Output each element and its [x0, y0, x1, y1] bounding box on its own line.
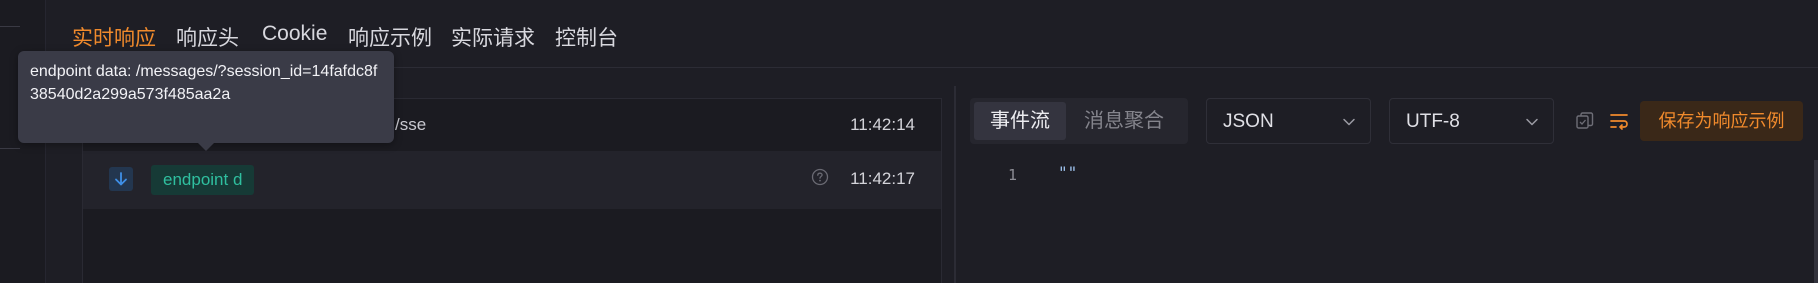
- tab-live-response[interactable]: 实时响应: [72, 22, 156, 52]
- tab-response-headers[interactable]: 响应头: [176, 22, 239, 52]
- event-row[interactable]: endpoint d 11:42:17: [83, 151, 941, 209]
- panel-resizer[interactable]: [954, 86, 956, 283]
- tab-actual-request[interactable]: 实际请求: [451, 22, 535, 52]
- code-line: "": [1058, 163, 1078, 182]
- line-number: 1: [1008, 166, 1018, 184]
- arrow-down-icon: [109, 167, 133, 191]
- toggle-event-stream[interactable]: 事件流: [974, 102, 1066, 140]
- encoding-select-value: UTF-8: [1406, 111, 1460, 132]
- wrap-lines-icon[interactable]: [1608, 110, 1630, 132]
- event-type-tag[interactable]: endpoint d: [151, 165, 255, 195]
- toggle-message-merge[interactable]: 消息聚合: [1068, 102, 1180, 140]
- event-time: 11:42:14: [850, 115, 915, 134]
- endpoint-tooltip: endpoint data: /messages/?session_id=14f…: [18, 51, 394, 143]
- event-time: 11:42:17: [850, 169, 915, 188]
- gutter-divider: [0, 148, 20, 149]
- gutter-divider: [0, 26, 20, 27]
- tooltip-arrow: [198, 143, 214, 151]
- editor-scrollbar[interactable]: [1814, 160, 1818, 283]
- chevron-down-icon: [1526, 118, 1538, 126]
- tab-cookie[interactable]: Cookie: [262, 22, 327, 46]
- chevron-down-icon: [1343, 118, 1355, 126]
- copy-icon[interactable]: [1574, 110, 1596, 132]
- save-as-example-button[interactable]: 保存为响应示例: [1640, 101, 1803, 141]
- code-editor[interactable]: 1 "": [970, 160, 1818, 283]
- response-panel: 实时响应 响应头 Cookie 响应示例 实际请求 控制台 /sse 11:42…: [0, 0, 1818, 283]
- view-mode-toggle: 事件流 消息聚合: [970, 98, 1188, 144]
- encoding-select[interactable]: UTF-8: [1389, 98, 1554, 144]
- tab-response-example[interactable]: 响应示例: [348, 22, 432, 52]
- format-select[interactable]: JSON: [1206, 98, 1371, 144]
- format-select-value: JSON: [1223, 111, 1274, 132]
- event-text: /sse: [395, 115, 427, 134]
- question-circle-icon[interactable]: [811, 168, 829, 186]
- tab-console[interactable]: 控制台: [555, 22, 618, 52]
